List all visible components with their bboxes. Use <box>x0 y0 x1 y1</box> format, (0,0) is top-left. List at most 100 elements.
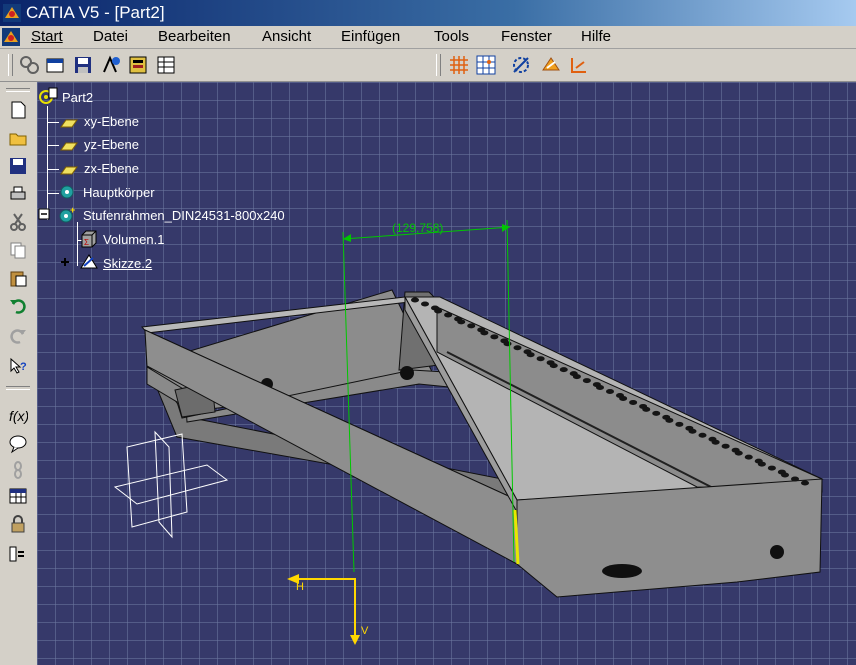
tree-item-sketch[interactable]: Skizze.2 <box>103 256 152 271</box>
plane-icon[interactable] <box>59 137 79 155</box>
menu-start[interactable]: Start <box>31 28 63 45</box>
dimension-value[interactable]: (129,758) <box>392 221 443 235</box>
toolbar-grip-2[interactable] <box>436 54 441 76</box>
menu-fenster[interactable]: Fenster <box>501 28 552 45</box>
copy-icon[interactable] <box>8 240 28 260</box>
perforation-hole <box>688 428 697 434</box>
part-front-wall <box>516 478 823 598</box>
paste-icon[interactable] <box>8 268 28 288</box>
table-icon[interactable] <box>155 54 177 76</box>
left-toolbar-separator <box>6 386 30 390</box>
lock-icon[interactable] <box>8 514 28 534</box>
perforation-hole <box>801 480 809 486</box>
dimension-arrow-left <box>343 234 351 242</box>
catalog-icon[interactable] <box>127 54 149 76</box>
menu-start-label: Start <box>31 28 63 45</box>
redo-icon[interactable] <box>8 326 28 346</box>
part-slot-hole <box>602 564 642 578</box>
sketch-axis-lines <box>299 578 356 637</box>
open-folder-icon[interactable] <box>8 128 28 148</box>
design-table-icon[interactable] <box>8 486 28 506</box>
plane-icon[interactable] <box>59 161 79 179</box>
body-gear-icon[interactable] <box>57 183 77 201</box>
perforation-hole <box>421 301 429 307</box>
expand-icon[interactable] <box>59 256 71 268</box>
dimensional-constraints-icon[interactable] <box>568 54 590 76</box>
left-toolbar-grip[interactable] <box>6 88 30 92</box>
h-axis-label: H <box>296 581 304 593</box>
parameter-list-icon[interactable] <box>8 544 28 564</box>
perforation-hole <box>734 450 743 456</box>
svg-text:Σ: Σ <box>84 238 89 247</box>
origin-planes-wireframe <box>113 430 229 539</box>
whats-this-help-icon[interactable]: ? <box>8 356 28 376</box>
document-window-icon[interactable] <box>2 28 20 46</box>
properties-icon[interactable] <box>44 54 66 76</box>
perforation-hole <box>744 454 753 460</box>
menu-tools[interactable]: Tools <box>434 28 469 45</box>
dimension-arrow-right <box>502 224 510 232</box>
perforation-hole <box>513 345 522 351</box>
undo-icon[interactable] <box>8 296 28 316</box>
menu-bearbeiten[interactable]: Bearbeiten <box>158 28 231 45</box>
perforation-hole <box>467 323 476 329</box>
plane-icon[interactable] <box>59 114 79 132</box>
save-icon[interactable] <box>72 54 94 76</box>
link-chain-icon[interactable] <box>8 460 28 480</box>
tree-item-zx-plane[interactable]: zx-Ebene <box>84 161 139 176</box>
menu-datei[interactable]: Datei <box>93 28 128 45</box>
part-document-icon[interactable] <box>38 87 58 105</box>
sketch-icon[interactable] <box>79 253 99 271</box>
perforation-hole <box>526 352 535 358</box>
toolbar-grip[interactable] <box>8 54 13 76</box>
tree-item-main-body[interactable]: Hauptkörper <box>83 185 155 200</box>
part-hole-front <box>770 545 784 559</box>
menu-einfuegen[interactable]: Einfügen <box>341 28 400 45</box>
tree-item-xy-plane[interactable]: xy-Ebene <box>84 114 139 129</box>
volume-icon[interactable]: Σ <box>79 230 99 248</box>
perforation-hole <box>572 374 581 380</box>
perforation-hole <box>411 297 419 303</box>
comment-balloon-icon[interactable] <box>8 434 28 454</box>
perforation-hole <box>559 367 568 373</box>
perforation-hole <box>642 406 651 412</box>
perforation-hole <box>457 319 466 325</box>
perforation-hole <box>629 399 638 405</box>
perforation-hole <box>675 421 684 427</box>
perforation-hole <box>721 443 730 449</box>
tree-branch <box>47 122 59 123</box>
3d-viewport[interactable]: (129,758) H V Part2 xy-Ebene yz-Ebene zx… <box>37 82 856 665</box>
tree-branch <box>47 145 59 146</box>
construction-element-icon[interactable] <box>510 54 532 76</box>
update-gears-icon[interactable] <box>18 54 40 76</box>
formula-icon[interactable]: f(x) <box>8 406 28 426</box>
perforation-hole <box>619 395 628 401</box>
perforation-hole <box>652 410 661 416</box>
cut-scissors-icon[interactable] <box>8 212 28 232</box>
menu-hilfe[interactable]: Hilfe <box>581 28 611 45</box>
tree-item-step-frame[interactable]: Stufenrahmen_DIN24531-800x240 <box>83 208 285 223</box>
perforation-hole <box>757 461 766 467</box>
menu-ansicht[interactable]: Ansicht <box>262 28 311 45</box>
perforation-hole <box>582 378 591 384</box>
geometric-constraints-icon[interactable] <box>540 54 562 76</box>
dimension-extension-left <box>342 231 355 573</box>
tree-connector-sub <box>77 222 78 266</box>
tree-item-yz-plane[interactable]: yz-Ebene <box>84 137 139 152</box>
svg-text:?: ? <box>20 361 27 373</box>
tree-root-part2[interactable]: Part2 <box>62 90 93 105</box>
print-icon[interactable] <box>8 184 28 204</box>
catia-logo-icon <box>3 4 21 22</box>
collapse-icon[interactable] <box>38 208 50 220</box>
new-document-icon[interactable] <box>8 100 28 120</box>
perforation-hole <box>480 330 489 336</box>
grid-snap-icon[interactable] <box>448 54 470 76</box>
save-disk-icon[interactable] <box>8 156 28 176</box>
body-gear-icon[interactable]: + <box>57 206 77 224</box>
tree-compass-icon[interactable] <box>100 54 122 76</box>
perforation-hole <box>665 417 674 423</box>
perforation-hole <box>549 363 558 369</box>
grid-icon[interactable] <box>475 54 497 76</box>
tree-item-volume[interactable]: Volumen.1 <box>103 232 164 247</box>
perforation-hole <box>606 389 614 394</box>
